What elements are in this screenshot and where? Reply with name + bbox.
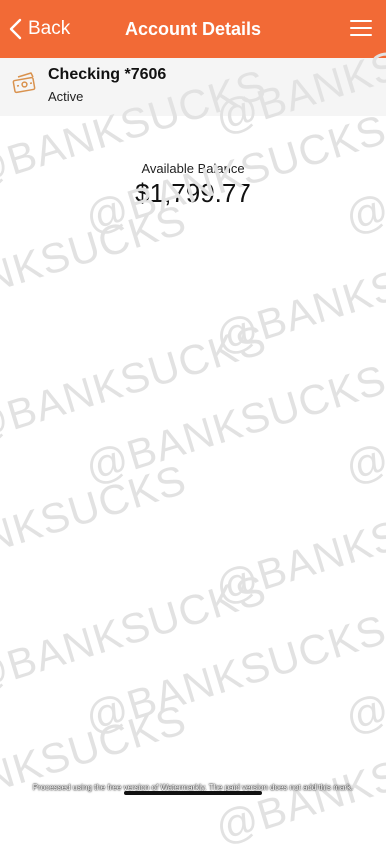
navigation-bar: Back Account Details <box>0 0 386 58</box>
available-balance-value: $1,799.77 <box>0 178 386 209</box>
watermark: @BANKSUCKS <box>0 695 192 832</box>
watermark: @BANKSUCKS <box>80 355 386 492</box>
home-indicator[interactable] <box>124 791 262 795</box>
money-bill-icon <box>12 68 38 94</box>
available-balance-label: Available Balance <box>0 161 386 176</box>
watermark: @BANKSUCKS <box>0 315 272 452</box>
account-name: Checking *7606 <box>48 66 166 84</box>
watermark: @BANKSUCKS <box>340 355 386 492</box>
account-status: Active <box>48 89 83 104</box>
watermark: @BANKSUCKS <box>210 225 386 362</box>
watermark: @BANKSUCKS <box>210 475 386 612</box>
back-label: Back <box>28 18 70 40</box>
watermark: @BANKSUCKS <box>0 195 192 332</box>
watermark: @BANKSUCKS <box>340 605 386 742</box>
chevron-left-icon <box>8 18 22 40</box>
hamburger-menu-icon[interactable] <box>350 20 372 38</box>
back-button[interactable]: Back <box>8 0 70 58</box>
watermark: @BANKSUCKS <box>0 565 272 702</box>
account-summary: Checking *7606 Active <box>0 58 386 116</box>
watermark: @BANKSUCKS <box>0 455 192 592</box>
watermark: @BANKSUCKS <box>80 605 386 742</box>
